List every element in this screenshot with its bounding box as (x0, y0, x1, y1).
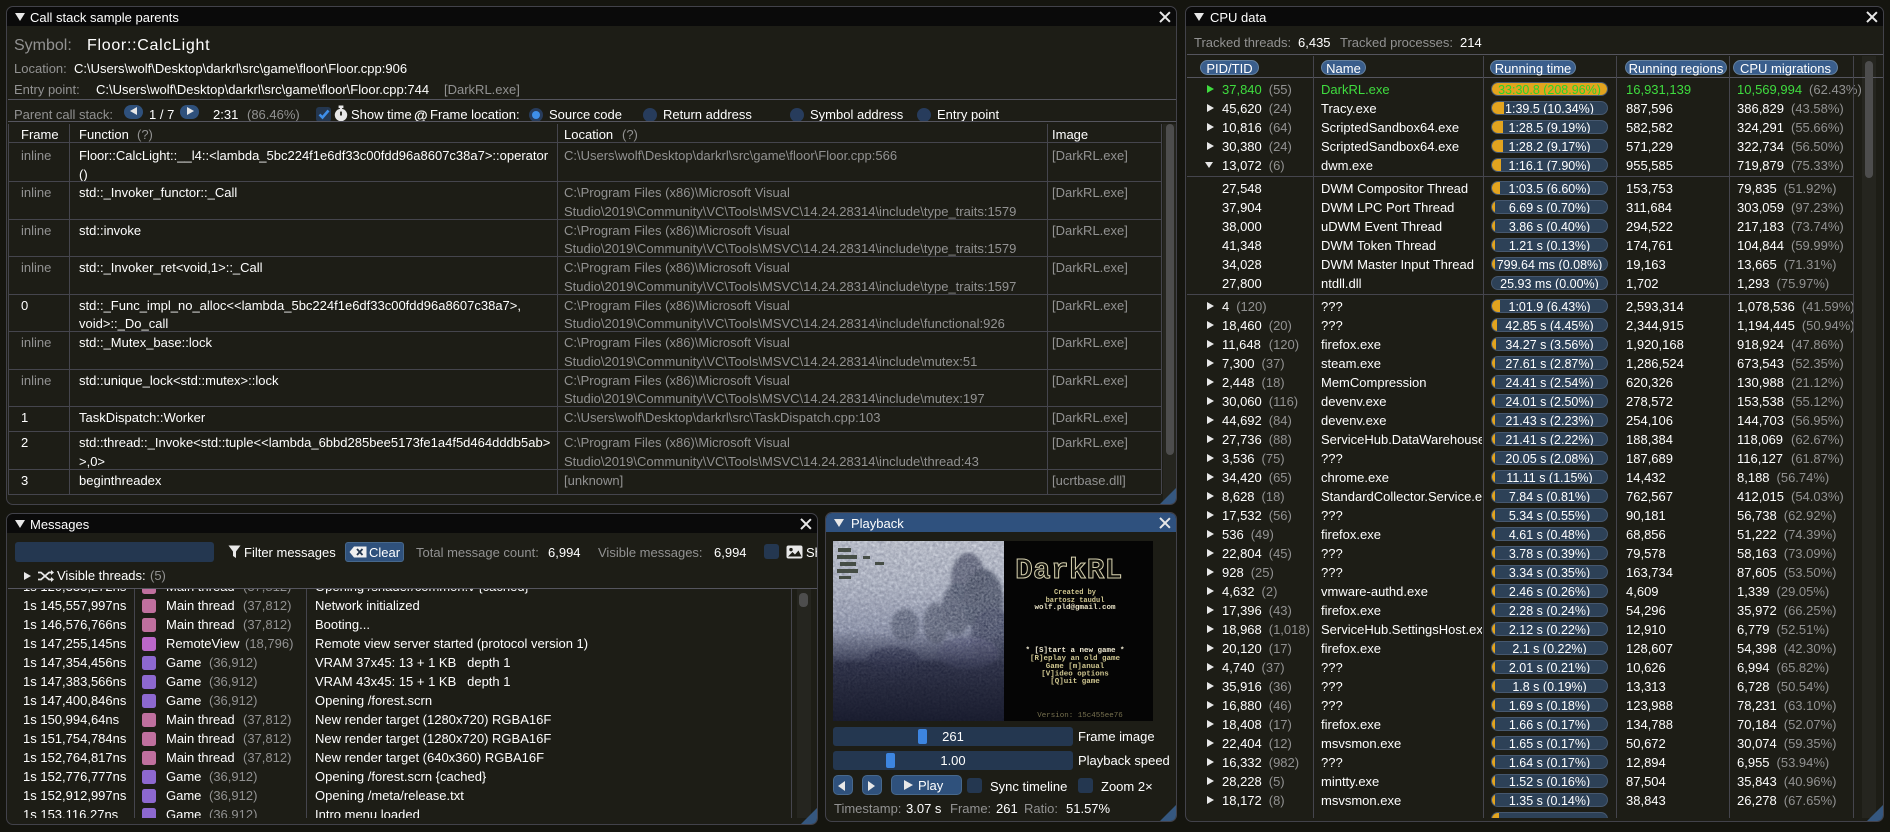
svg-text:Created by: Created by (1054, 589, 1097, 597)
svg-text:Version: 15c455ee76: Version: 15c455ee76 (1037, 712, 1123, 720)
svg-text:[Q]uit game: [Q]uit game (1050, 678, 1100, 686)
svg-text:DarkRL: DarkRL (1015, 554, 1122, 587)
svg-text:* [S]tart a new game *: * [S]tart a new game * (1025, 647, 1124, 655)
svg-text:[R]eplay an old game: [R]eplay an old game (1030, 655, 1121, 663)
svg-text:wolf.pld@gmail.com: wolf.pld@gmail.com (1034, 604, 1116, 612)
